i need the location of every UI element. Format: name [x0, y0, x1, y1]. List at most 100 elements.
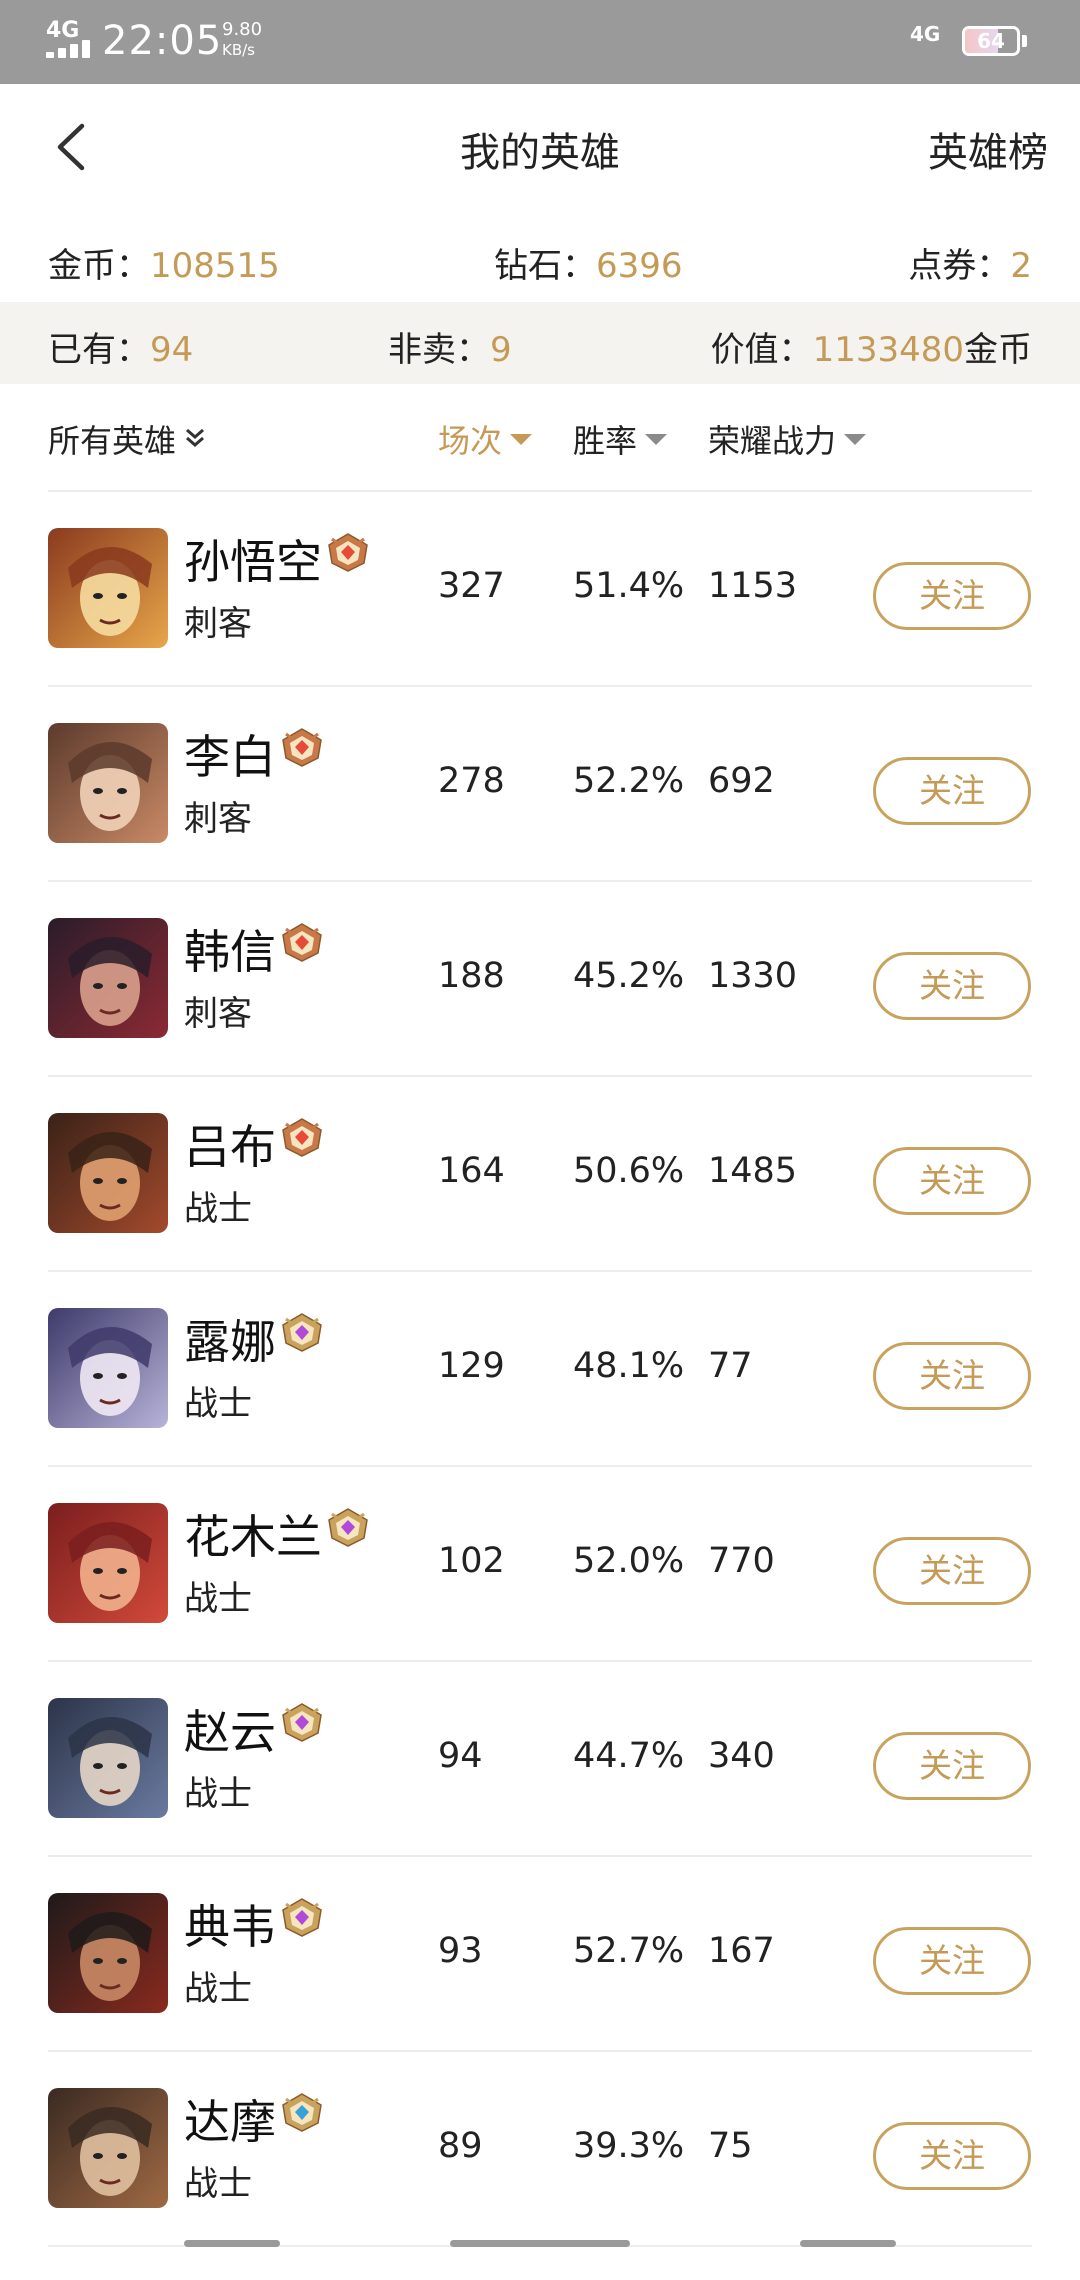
gold-balance: 金币：108515: [48, 238, 280, 287]
hero-row[interactable]: 吕布 战士 164 50.6% 1485 关注: [0, 1077, 1080, 1272]
not-for-sale-value: 9: [490, 330, 512, 370]
follow-button[interactable]: 关注: [873, 1342, 1031, 1410]
hero-avatar[interactable]: [48, 1698, 168, 1818]
hero-row[interactable]: 李白 刺客 278 52.2% 692 关注: [0, 687, 1080, 882]
hero-win-rate: 52.0%: [573, 1541, 685, 1581]
hero-avatar[interactable]: [48, 2088, 168, 2208]
sort-matches[interactable]: 场次: [438, 416, 533, 462]
hero-row[interactable]: 典韦 战士 93 52.7% 167 关注: [0, 1857, 1080, 2052]
matches-header: 场次: [438, 422, 503, 460]
caret-down-icon: [844, 433, 867, 445]
hero-name-wrap: 达摩: [184, 2086, 326, 2152]
clock: 22:05: [102, 18, 223, 64]
hero-role: 战士: [184, 1969, 252, 2009]
hero-role: 战士: [184, 1384, 252, 1424]
hero-matches: 94: [438, 1736, 483, 1776]
page-title: 我的英雄: [460, 130, 620, 176]
hero-avatar[interactable]: [48, 528, 168, 648]
total-worth: 价值：1133480金币: [711, 322, 1032, 371]
hero-name-wrap: 赵云: [184, 1696, 326, 1762]
header: 我的英雄 英雄榜: [0, 84, 1080, 210]
hero-avatar[interactable]: [48, 1503, 168, 1623]
hero-win-rate: 50.6%: [573, 1151, 685, 1191]
double-chevron-down-icon: [186, 428, 205, 447]
mastery-emblem-purple-icon: [282, 1313, 322, 1352]
nav-indicator-right: [800, 2240, 896, 2247]
hero-win-rate: 52.2%: [573, 761, 685, 801]
hero-power: 75: [708, 2126, 753, 2166]
follow-button[interactable]: 关注: [873, 1732, 1031, 1800]
hero-name-wrap: 花木兰: [184, 1501, 372, 1567]
hero-avatar[interactable]: [48, 1113, 168, 1233]
hero-row[interactable]: 花木兰 战士 102 52.0% 770 关注: [0, 1467, 1080, 1662]
hero-role: 战士: [184, 1579, 252, 1619]
voucher-balance: 点券：2: [908, 238, 1032, 287]
follow-button[interactable]: 关注: [873, 562, 1031, 630]
hero-matches: 93: [438, 1931, 483, 1971]
hero-win-rate: 39.3%: [573, 2126, 685, 2166]
follow-button[interactable]: 关注: [873, 1537, 1031, 1605]
hero-role: 刺客: [184, 799, 252, 839]
hero-avatar[interactable]: [48, 723, 168, 843]
mastery-emblem-red-icon: [282, 923, 322, 962]
gold-value: 108515: [150, 246, 280, 286]
hero-role: 刺客: [184, 994, 252, 1034]
hero-power: 77: [708, 1346, 753, 1386]
speed-unit: KB/s: [222, 41, 255, 59]
hero-name-wrap: 李白: [184, 721, 326, 787]
hero-name: 韩信: [184, 925, 276, 979]
nav-indicator-left: [184, 2240, 280, 2247]
network-type-right: 4G: [910, 22, 941, 46]
hero-stats-band: 已有：94 非卖：9 价值：1133480金币: [0, 302, 1080, 384]
hero-filter-dropdown[interactable]: 所有英雄: [48, 416, 206, 462]
hero-list: 孙悟空 刺客 327 51.4% 1153 关注 李白 刺客 278 52.2%…: [0, 492, 1080, 2247]
hero-avatar[interactable]: [48, 1308, 168, 1428]
hero-role: 战士: [184, 1189, 252, 1229]
sort-power[interactable]: 荣耀战力: [708, 416, 867, 462]
status-bar: 4G 22:05 9.80 KB/s 4G 64: [0, 0, 1080, 84]
hero-name: 李白: [184, 730, 276, 784]
hero-win-rate: 44.7%: [573, 1736, 685, 1776]
worth-unit: 金币: [964, 330, 1032, 370]
hero-name: 露娜: [184, 1315, 276, 1369]
follow-button[interactable]: 关注: [873, 757, 1031, 825]
worth-label: 价值：: [710, 330, 813, 370]
hero-power: 1485: [708, 1151, 798, 1191]
hero-portrait-image: [48, 723, 168, 843]
follow-button[interactable]: 关注: [873, 1147, 1031, 1215]
hero-row[interactable]: 韩信 刺客 188 45.2% 1330 关注: [0, 882, 1080, 1077]
mastery-emblem-blue-icon: [282, 2093, 322, 2132]
column-header: 所有英雄 场次 胜率 荣耀战力: [0, 396, 1080, 492]
hero-portrait-image: [48, 1308, 168, 1428]
hero-ranking-link[interactable]: 英雄榜: [928, 120, 1048, 178]
sort-win-rate[interactable]: 胜率: [573, 416, 668, 462]
hero-name-wrap: 韩信: [184, 916, 326, 982]
caret-down-icon: [510, 433, 533, 445]
diamond-label: 钻石：: [494, 246, 596, 286]
hero-avatar[interactable]: [48, 1893, 168, 2013]
hero-row[interactable]: 赵云 战士 94 44.7% 340 关注: [0, 1662, 1080, 1857]
owned-label: 已有：: [48, 330, 150, 370]
hero-row[interactable]: 孙悟空 刺客 327 51.4% 1153 关注: [0, 492, 1080, 687]
hero-power: 1330: [708, 956, 798, 996]
hero-row[interactable]: 达摩 战士 89 39.3% 75 关注: [0, 2052, 1080, 2247]
battery-level: 64: [977, 29, 1005, 53]
follow-button[interactable]: 关注: [873, 2122, 1031, 2190]
hero-win-rate: 52.7%: [573, 1931, 685, 1971]
hero-matches: 129: [438, 1346, 505, 1386]
hero-portrait-image: [48, 2088, 168, 2208]
hero-avatar[interactable]: [48, 918, 168, 1038]
hero-row[interactable]: 露娜 战士 129 48.1% 77 关注: [0, 1272, 1080, 1467]
follow-button[interactable]: 关注: [873, 952, 1031, 1020]
hero-name: 典韦: [184, 1900, 276, 1954]
battery-icon: 64: [962, 26, 1020, 56]
voucher-value: 2: [1010, 246, 1032, 286]
follow-button[interactable]: 关注: [873, 1927, 1031, 1995]
nav-indicator-center: [450, 2240, 630, 2247]
network-speed: 9.80 KB/s: [222, 20, 262, 60]
hero-matches: 278: [438, 761, 505, 801]
mastery-emblem-purple-icon: [282, 1898, 322, 1937]
hero-matches: 89: [438, 2126, 483, 2166]
gold-label: 金币：: [48, 246, 150, 286]
hero-name: 吕布: [184, 1120, 276, 1174]
